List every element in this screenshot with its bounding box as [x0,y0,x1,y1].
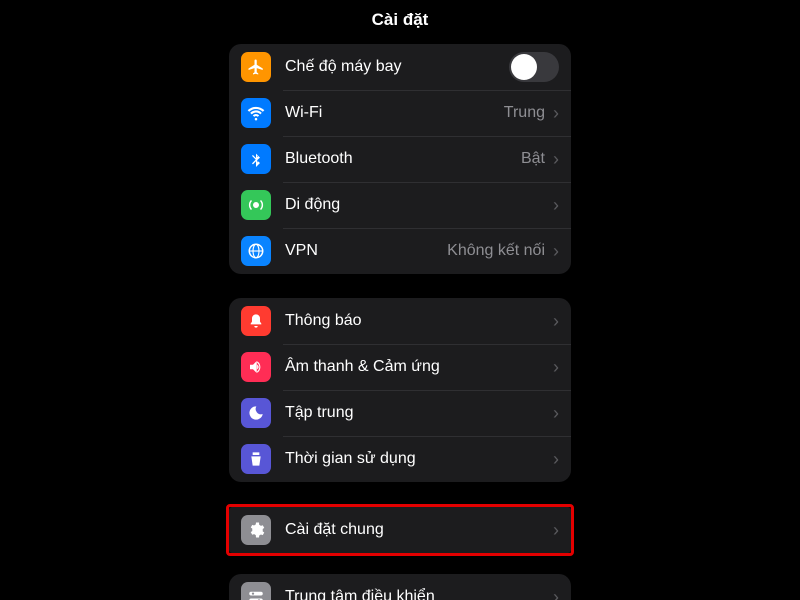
screentime-icon [241,444,271,474]
settings-group-controlcenter: Trung tâm điều khiển › [229,574,571,600]
chevron-right-icon: › [553,587,559,600]
cellular-label: Di động [285,196,551,214]
notifications-icon [241,306,271,336]
vpn-icon [241,236,271,266]
row-vpn[interactable]: VPN Không kết nối › [229,228,571,274]
settings-group-connectivity: Chế độ máy bay Wi-Fi Trung › Bluetooth B… [229,44,571,274]
vpn-label: VPN [285,242,447,260]
general-label: Cài đặt chung [285,521,551,539]
bluetooth-icon [241,144,271,174]
settings-group-general: Cài đặt chung › [229,507,571,553]
row-sounds[interactable]: Âm thanh & Cảm ứng › [229,344,571,390]
sounds-icon [241,352,271,382]
settings-screen: Cài đặt Chế độ máy bay Wi-Fi Trung › Blu… [215,0,585,600]
row-cellular[interactable]: Di động › [229,182,571,228]
sounds-label: Âm thanh & Cảm ứng [285,358,551,376]
chevron-right-icon: › [553,311,559,332]
chevron-right-icon: › [553,449,559,470]
bluetooth-value: Bật [521,150,545,168]
airplane-icon [241,52,271,82]
gear-icon [241,515,271,545]
row-controlcenter[interactable]: Trung tâm điều khiển › [229,574,571,600]
chevron-right-icon: › [553,241,559,262]
chevron-right-icon: › [553,149,559,170]
chevron-right-icon: › [553,357,559,378]
chevron-right-icon: › [553,195,559,216]
wifi-value: Trung [504,104,545,122]
row-wifi[interactable]: Wi-Fi Trung › [229,90,571,136]
wifi-label: Wi-Fi [285,104,504,122]
chevron-right-icon: › [553,103,559,124]
chevron-right-icon: › [553,403,559,424]
row-airplane-mode[interactable]: Chế độ máy bay [229,44,571,90]
chevron-right-icon: › [553,520,559,541]
screentime-label: Thời gian sử dụng [285,450,551,468]
bluetooth-label: Bluetooth [285,150,521,168]
row-focus[interactable]: Tập trung › [229,390,571,436]
wifi-icon [241,98,271,128]
controlcenter-label: Trung tâm điều khiển [285,588,551,600]
row-general[interactable]: Cài đặt chung › [229,507,571,553]
row-bluetooth[interactable]: Bluetooth Bật › [229,136,571,182]
focus-icon [241,398,271,428]
row-notifications[interactable]: Thông báo › [229,298,571,344]
notifications-label: Thông báo [285,312,551,330]
airplane-label: Chế độ máy bay [285,58,509,76]
airplane-toggle[interactable] [509,52,559,82]
vpn-value: Không kết nối [447,242,545,260]
controlcenter-icon [241,582,271,600]
cellular-icon [241,190,271,220]
highlight-general: Cài đặt chung › [226,504,574,556]
page-title: Cài đặt [215,0,585,44]
focus-label: Tập trung [285,404,551,422]
settings-group-alerts: Thông báo › Âm thanh & Cảm ứng › Tập tru… [229,298,571,482]
row-screentime[interactable]: Thời gian sử dụng › [229,436,571,482]
